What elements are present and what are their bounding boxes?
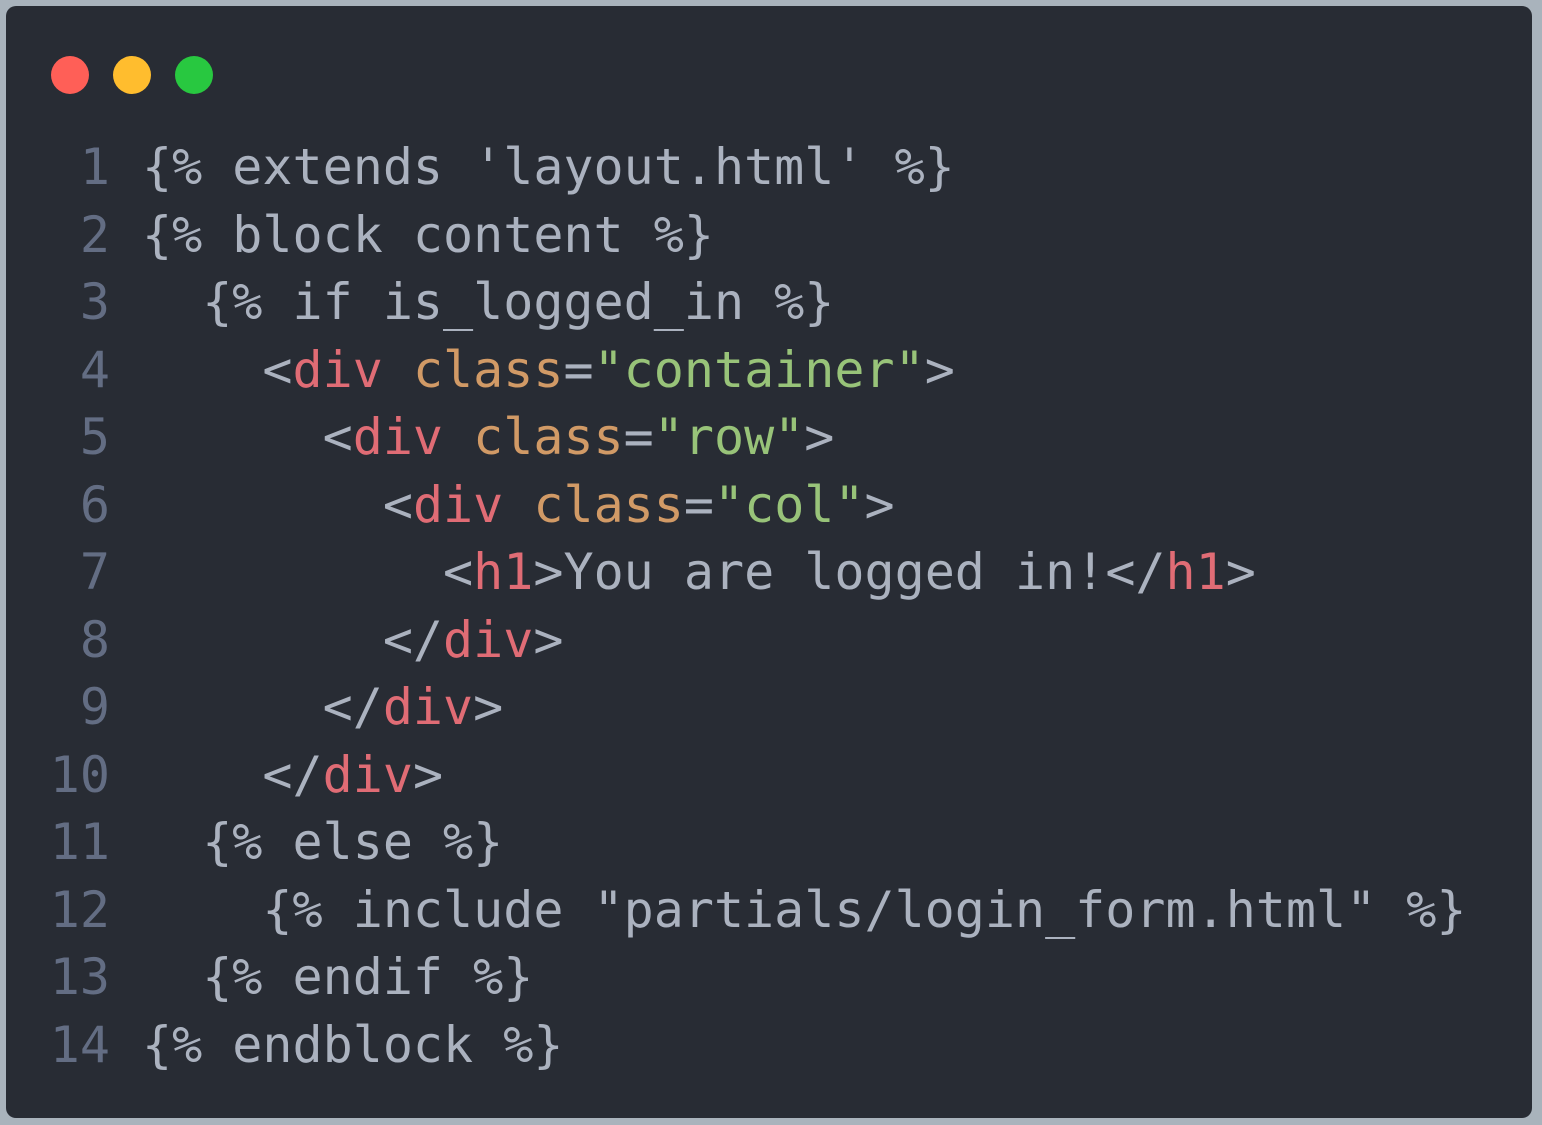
- line-number: 14: [49, 1015, 110, 1074]
- code-token-punct: [443, 408, 473, 466]
- code-token-tag: div: [352, 408, 444, 466]
- code-token-punct: >: [533, 543, 564, 601]
- line-content: <div class="row">: [110, 404, 835, 472]
- line-content: {% else %}: [110, 809, 503, 877]
- line-number: 7: [79, 543, 110, 601]
- code-token-punct: >: [533, 610, 564, 669]
- code-token-punct: >: [864, 475, 895, 534]
- line-content: {% endif %}: [110, 944, 533, 1012]
- code-token-punct: >: [804, 408, 835, 466]
- line-content: {% include "partials/login_form.html" %}: [110, 877, 1467, 945]
- code-token-text: {% extends 'layout.html' %}: [142, 138, 955, 196]
- line-number: 13: [49, 948, 110, 1006]
- code-line: 11 {% else %}: [6, 809, 1467, 877]
- code-token-punct: </: [1105, 543, 1166, 601]
- code-token-text: {% else %}: [142, 813, 504, 871]
- line-content: </div>: [110, 607, 564, 675]
- line-number: 10: [49, 745, 110, 804]
- code-token-tag: div: [382, 678, 474, 736]
- line-content: {% if is_logged_in %}: [110, 269, 834, 337]
- line-content: <div class="container">: [110, 337, 955, 405]
- code-token-tag: div: [292, 340, 383, 399]
- code-line: 2 {% block content %}: [6, 202, 1467, 270]
- code-token-str: "row": [653, 408, 805, 466]
- line-content: <div class="col">: [110, 472, 895, 540]
- line-content: </div>: [110, 742, 443, 810]
- code-window: 1 {% extends 'layout.html' %} 2 {% block co…: [6, 6, 1532, 1118]
- line-number: 3: [79, 273, 110, 331]
- code-token-punct: <: [142, 408, 353, 466]
- code-token-attr: class: [473, 408, 624, 466]
- line-number: 1: [79, 138, 110, 196]
- code-line: 13 {% endif %}: [6, 944, 1467, 1012]
- code-token-punct: [383, 341, 413, 399]
- code-line: 8 </div>: [6, 607, 1467, 675]
- code-token-tag: div: [322, 745, 413, 804]
- code-token-attr: class: [533, 475, 684, 534]
- code-token-punct: >: [473, 678, 504, 736]
- code-token-text: {% endif %}: [142, 948, 534, 1006]
- code-line: 1 {% extends 'layout.html' %}: [6, 134, 1467, 202]
- code-token-punct: =: [563, 340, 594, 399]
- line-content: </div>: [110, 674, 504, 742]
- code-token-str: "container": [593, 340, 925, 399]
- line-number: 2: [79, 205, 110, 264]
- close-button[interactable]: [51, 56, 89, 94]
- line-number: 12: [49, 880, 110, 939]
- code-token-tag: div: [443, 610, 534, 669]
- line-content: {% endblock %}: [110, 1012, 563, 1080]
- code-token-text: {% endblock %}: [142, 1015, 564, 1074]
- line-number: 8: [79, 610, 110, 669]
- window-controls: [51, 56, 213, 94]
- code-line: 5 <div class="row">: [6, 404, 1467, 472]
- code-token-punct: </: [142, 745, 323, 804]
- code-token-text: {% block content %}: [142, 205, 714, 264]
- line-content: {% extends 'layout.html' %}: [110, 134, 955, 202]
- code-token-punct: <: [142, 340, 293, 399]
- line-number: 11: [49, 813, 110, 871]
- code-token-text: {% include "partials/login_form.html" %}: [142, 880, 1467, 939]
- code-token-punct: >: [1225, 543, 1256, 601]
- code-token-punct: <: [142, 543, 474, 601]
- line-number: 9: [79, 678, 110, 736]
- code-token-str: "col": [713, 475, 865, 534]
- code-token-punct: =: [623, 408, 654, 466]
- code-token-punct: <: [142, 475, 413, 534]
- code-token-punct: >: [924, 340, 955, 399]
- code-token-tag: h1: [473, 543, 534, 601]
- code-line: 12 {% include "partials/login_form.html"…: [6, 877, 1467, 945]
- line-number: 5: [79, 408, 110, 466]
- code-token-punct: </: [142, 610, 444, 669]
- code-line: 4 <div class="container">: [6, 337, 1467, 405]
- code-line: 14 {% endblock %}: [6, 1012, 1467, 1080]
- code-line: 6 <div class="col">: [6, 472, 1467, 540]
- code-line: 10 </div>: [6, 742, 1467, 810]
- code-line: 7 <h1>You are logged in!</h1>: [6, 539, 1467, 607]
- line-number: 6: [79, 475, 110, 534]
- line-content: <h1>You are logged in!</h1>: [110, 539, 1256, 607]
- code-token-text: You are logged in!: [563, 543, 1106, 601]
- maximize-button[interactable]: [175, 56, 213, 94]
- code-token-tag: div: [412, 475, 504, 534]
- code-token-tag: h1: [1165, 543, 1226, 601]
- line-number: 4: [79, 340, 110, 399]
- code-token-text: {% if is_logged_in %}: [142, 273, 835, 331]
- code-token-punct: </: [142, 678, 383, 736]
- code-token-attr: class: [412, 340, 564, 399]
- code-token-punct: =: [683, 475, 714, 534]
- code-editor[interactable]: 1 {% extends 'layout.html' %} 2 {% block co…: [6, 134, 1467, 1079]
- minimize-button[interactable]: [113, 56, 151, 94]
- line-content: {% block content %}: [110, 202, 714, 270]
- code-line: 9 </div>: [6, 674, 1467, 742]
- code-token-punct: >: [412, 745, 444, 804]
- code-token-punct: [503, 476, 533, 534]
- code-line: 3 {% if is_logged_in %}: [6, 269, 1467, 337]
